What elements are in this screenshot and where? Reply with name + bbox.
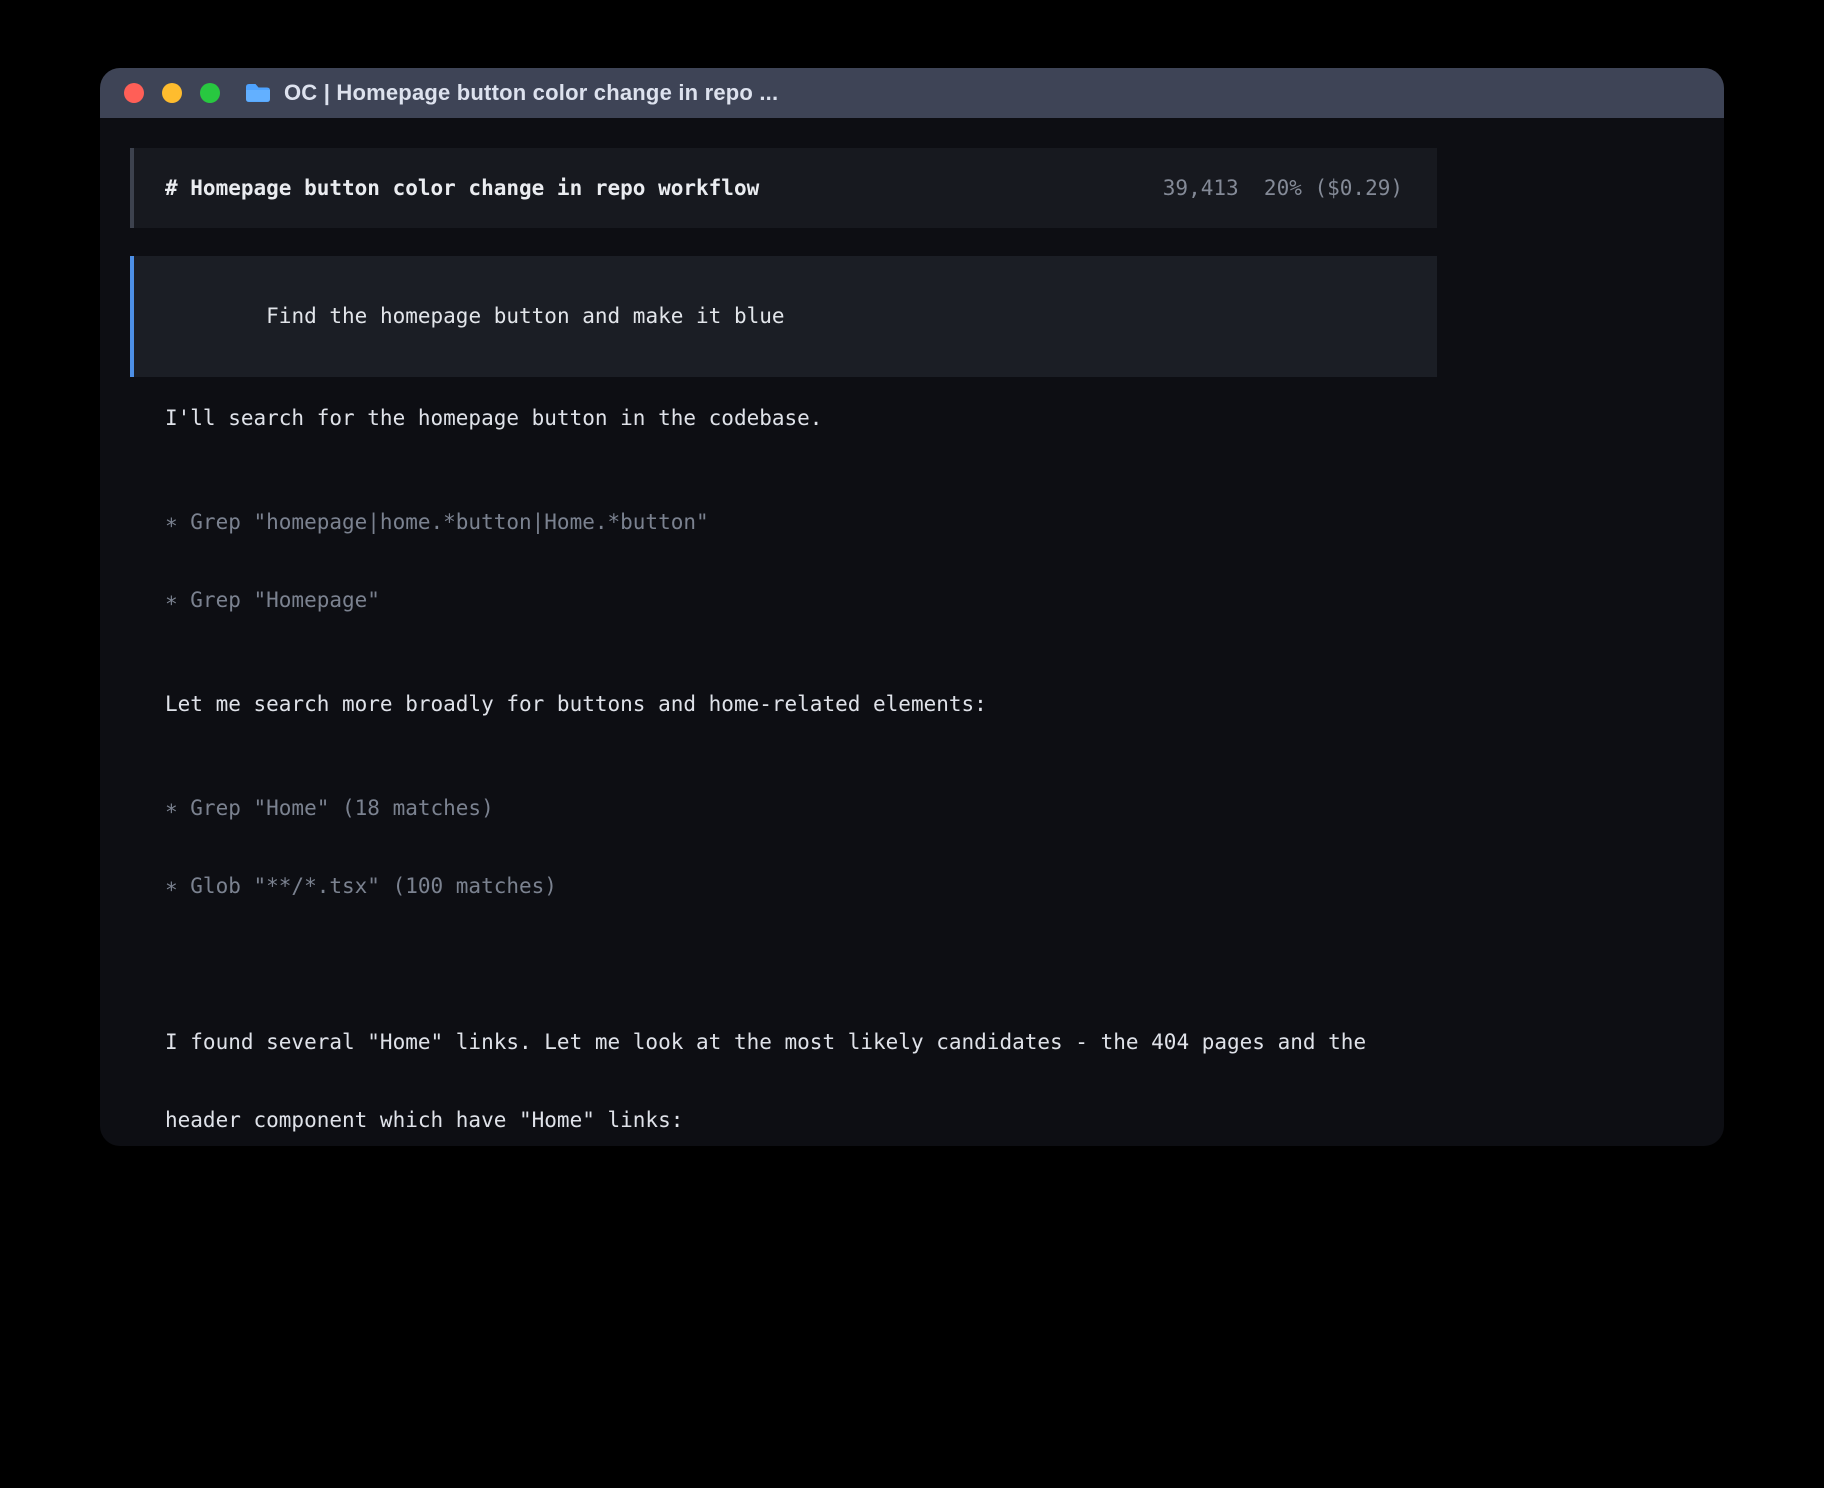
terminal-window: OC | Homepage button color change in rep… (100, 68, 1724, 1146)
tool-call-grep: ∗ Grep "homepage|home.*button|Home.*butt… (165, 509, 1437, 535)
minimize-button[interactable] (162, 83, 182, 103)
tool-call-group: ∗ Grep "homepage|home.*button|Home.*butt… (165, 457, 1437, 665)
titlebar: OC | Homepage button color change in rep… (100, 68, 1724, 118)
traffic-lights (124, 83, 220, 103)
assistant-text: I'll search for the homepage button in t… (165, 405, 1437, 431)
window-title: OC | Homepage button color change in rep… (284, 80, 778, 106)
tool-call-grep: ∗ Grep "Homepage" (165, 587, 1437, 613)
session-stats: 39,413 20% ($0.29) (1163, 176, 1403, 200)
session-header: # Homepage button color change in repo w… (130, 148, 1437, 228)
assistant-text: I found several "Home" links. Let me loo… (165, 977, 1437, 1146)
close-button[interactable] (124, 83, 144, 103)
zoom-button[interactable] (200, 83, 220, 103)
session-title: # Homepage button color change in repo w… (165, 176, 759, 200)
terminal-content: # Homepage button color change in repo w… (100, 118, 1724, 1146)
user-message-text: Find the homepage button and make it blu… (266, 304, 784, 328)
folder-icon (244, 82, 272, 104)
assistant-messages: I'll search for the homepage button in t… (130, 405, 1437, 1146)
tool-call-group: ∗ Grep "Home" (18 matches) ∗ Glob "**/*.… (165, 743, 1437, 951)
tool-call-grep: ∗ Grep "Home" (18 matches) (165, 795, 1437, 821)
user-message: Find the homepage button and make it blu… (130, 256, 1437, 377)
tool-call-glob: ∗ Glob "**/*.tsx" (100 matches) (165, 873, 1437, 899)
assistant-text: Let me search more broadly for buttons a… (165, 691, 1437, 717)
